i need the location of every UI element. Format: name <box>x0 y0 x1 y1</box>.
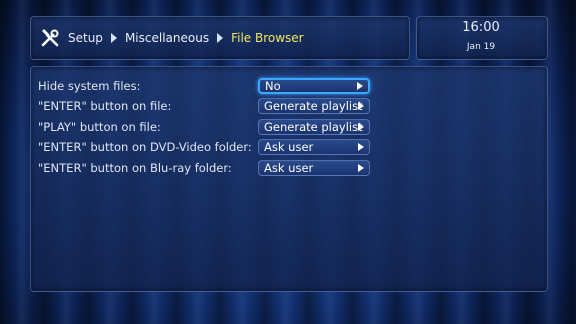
tools-icon <box>41 29 59 47</box>
setting-row-play-on-file[interactable]: "PLAY" button on file: <box>38 118 161 136</box>
arrow-right-icon <box>357 82 363 90</box>
enter-on-file-select[interactable]: Generate playlist <box>258 98 370 114</box>
breadcrumb-item-setup[interactable]: Setup <box>68 31 103 45</box>
setting-label: "ENTER" button on DVD-Video folder: <box>38 140 252 154</box>
enter-on-dvd-folder-select[interactable]: Ask user <box>258 139 370 155</box>
arrow-right-icon <box>358 143 364 151</box>
setting-value: No <box>265 79 281 93</box>
clock-time: 16:00 <box>462 20 500 35</box>
setting-value: Ask user <box>264 161 314 175</box>
setting-value: Generate playlist <box>264 99 363 113</box>
clock-date: Jan 19 <box>466 42 496 52</box>
chevron-right-icon <box>110 33 117 43</box>
arrow-right-icon <box>358 102 364 110</box>
setting-label: "PLAY" button on file: <box>38 120 161 134</box>
setting-row-hide-system-files[interactable]: Hide system files: <box>38 77 140 95</box>
breadcrumb: Setup Miscellaneous File Browser <box>40 27 304 49</box>
setting-row-enter-on-bluray-folder[interactable]: "ENTER" button on Blu-ray folder: <box>38 159 232 177</box>
setting-label: "ENTER" button on file: <box>38 99 172 113</box>
breadcrumb-item-miscellaneous[interactable]: Miscellaneous <box>125 31 209 45</box>
setting-label: "ENTER" button on Blu-ray folder: <box>38 161 232 175</box>
setting-value: Generate playlist <box>264 120 363 134</box>
setting-row-enter-on-file[interactable]: "ENTER" button on file: <box>38 97 171 115</box>
play-on-file-select[interactable]: Generate playlist <box>258 119 370 135</box>
breadcrumb-item-file-browser: File Browser <box>231 31 304 45</box>
arrow-right-icon <box>358 123 364 131</box>
setting-label: Hide system files: <box>38 79 141 93</box>
hide-system-files-select[interactable]: No <box>258 78 370 94</box>
arrow-right-icon <box>358 164 364 172</box>
setting-value: Ask user <box>264 140 314 154</box>
chevron-right-icon <box>217 33 224 43</box>
enter-on-bluray-folder-select[interactable]: Ask user <box>258 160 370 176</box>
setting-row-enter-on-dvd-folder[interactable]: "ENTER" button on DVD-Video folder: <box>38 138 252 156</box>
